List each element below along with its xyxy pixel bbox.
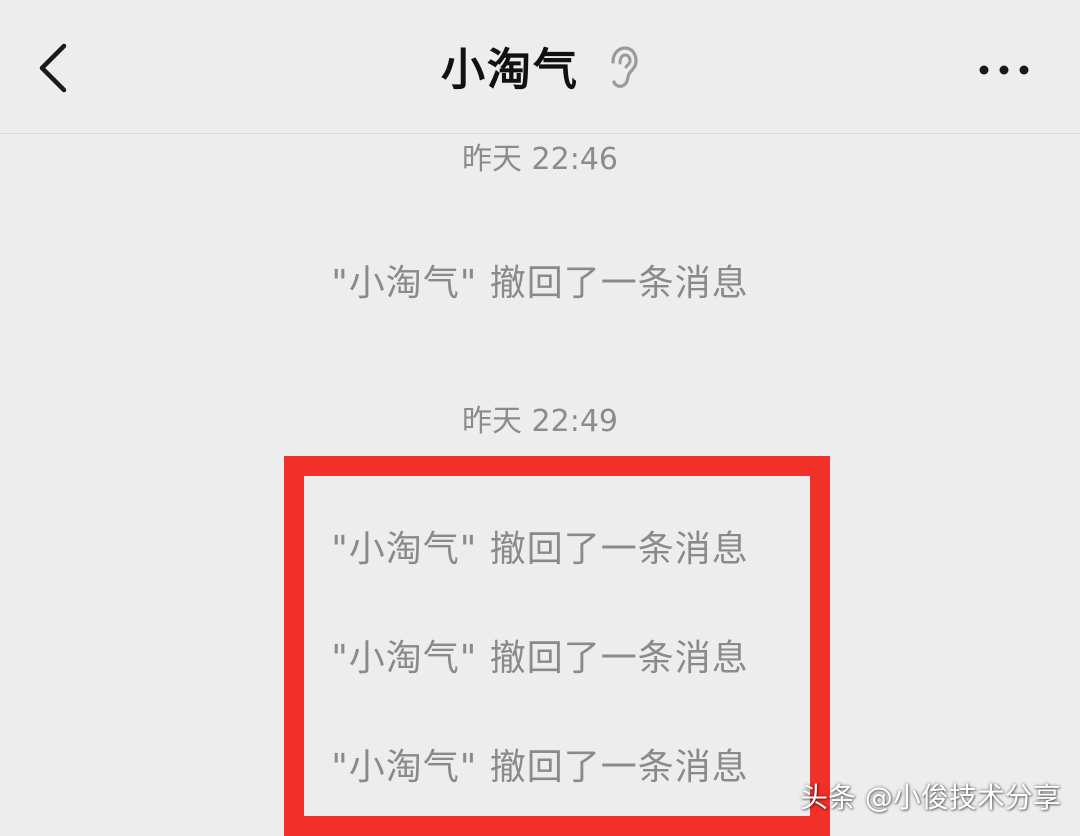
ear-icon (611, 45, 638, 88)
chat-title[interactable]: 小淘气 (441, 45, 579, 96)
highlight-box (284, 456, 830, 836)
timestamp: 昨天 22:46 (462, 142, 618, 177)
chat-title-area: 小淘气 (0, 38, 1080, 102)
recall-notice: "小淘气" 撤回了一条消息 (331, 263, 749, 304)
watermark: 头条 @小俊技术分享 (800, 781, 1061, 814)
chat-header: 小淘气 (0, 0, 1080, 134)
more-horizontal-icon[interactable] (972, 52, 1036, 88)
timestamp: 昨天 22:49 (462, 404, 618, 439)
